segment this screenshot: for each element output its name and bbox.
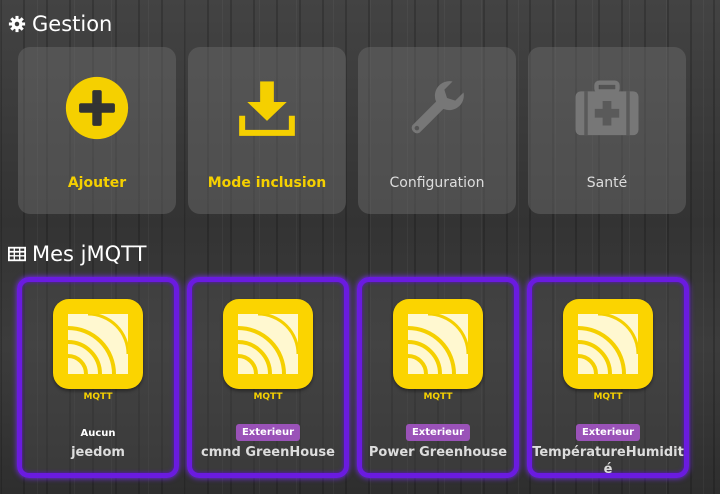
gestion-title: Gestion [8, 12, 112, 36]
object-badge: Aucun [80, 428, 116, 439]
add-button[interactable]: Ajouter [18, 47, 176, 214]
equipment-card[interactable]: MQTT Exterieur cmnd GreenHouse [187, 277, 349, 478]
mqtt-logo-icon [563, 299, 653, 389]
table-icon [8, 246, 26, 262]
mqtt-logo-icon [223, 299, 313, 389]
equipment-name: TempératureHumidité [532, 445, 684, 477]
configuration-button[interactable]: Configuration [358, 47, 516, 214]
equipment-card[interactable]: MQTT Exterieur TempératureHumidité [527, 277, 689, 478]
mqtt-logo-icon [393, 299, 483, 389]
equipment-name: jeedom [71, 445, 125, 460]
equipment-card[interactable]: MQTT Exterieur Power Greenhouse [357, 277, 519, 478]
equipment-name: Power Greenhouse [368, 445, 508, 460]
medkit-icon [572, 73, 642, 143]
inclusion-mode-button[interactable]: Mode inclusion [188, 47, 346, 214]
gear-icon [8, 15, 26, 33]
equipment-list-title: Mes jMQTT [8, 242, 146, 266]
mqtt-logo-icon [53, 299, 143, 389]
download-icon [232, 73, 302, 143]
object-badge: Exterieur [235, 424, 301, 441]
wrench-icon [402, 73, 472, 143]
plus-circle-icon [62, 73, 132, 143]
equipment-name: cmnd GreenHouse [201, 445, 335, 460]
equipment-card[interactable]: MQTT Aucun jeedom [17, 277, 179, 478]
object-badge: Exterieur [575, 424, 641, 441]
object-badge: Exterieur [405, 424, 471, 441]
health-button[interactable]: Santé [528, 47, 686, 214]
